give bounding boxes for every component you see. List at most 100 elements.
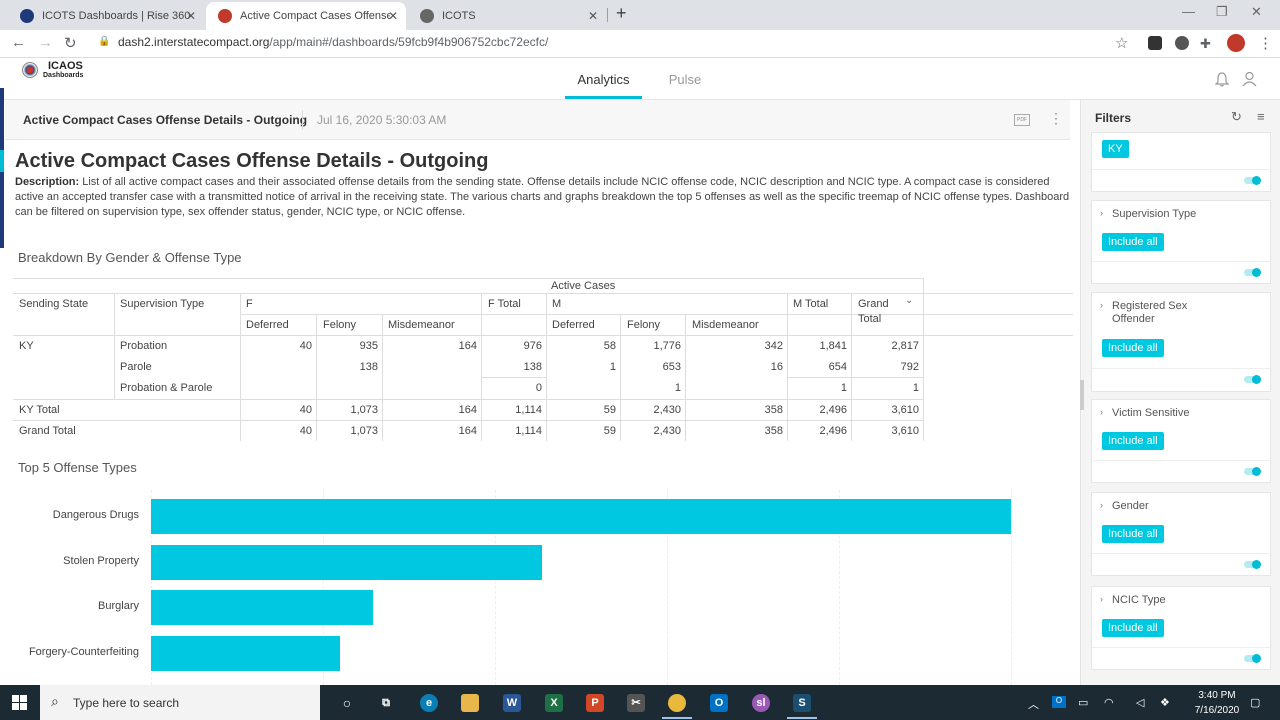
extension-icon[interactable] [1175, 36, 1189, 50]
table-cell: 935 [359, 340, 378, 352]
back-icon[interactable]: ← [11, 34, 26, 51]
tab-rise360[interactable]: ICOTS Dashboards | Rise 360 ✕ [8, 2, 204, 30]
filter-card-supervision-type[interactable]: › Supervision Type Include all [1091, 200, 1271, 284]
filter-card-victim-sensitive[interactable]: › Victim Sensitive Include all [1091, 399, 1271, 483]
user-icon[interactable] [1242, 71, 1257, 87]
header-sending-state[interactable]: Sending State [19, 298, 88, 310]
chevron-right-icon[interactable]: › [1100, 407, 1103, 417]
clock-date[interactable]: 7/16/2020 [1187, 705, 1247, 716]
chevron-right-icon[interactable]: › [1100, 208, 1103, 218]
tab-active-dashboard[interactable]: Active Compact Cases Offense D ✕ [206, 2, 406, 30]
filter-toggle[interactable] [1244, 467, 1261, 476]
hamburger-menu-icon[interactable]: ≡ [1257, 109, 1265, 124]
more-menu-icon[interactable]: ⋮ [1258, 34, 1273, 52]
grid-line [923, 278, 924, 441]
minimize-icon[interactable]: — [1182, 4, 1195, 19]
filter-toggle[interactable] [1244, 375, 1261, 384]
file-explorer-icon[interactable] [461, 694, 479, 712]
header-f-deferred[interactable]: Deferred [246, 319, 289, 331]
start-tile [20, 695, 27, 702]
forward-icon[interactable]: → [38, 34, 53, 51]
restore-icon[interactable]: ❐ [1216, 4, 1228, 20]
header-f-total[interactable]: F Total [488, 298, 521, 310]
tab-pulse[interactable]: Pulse [665, 72, 705, 87]
dashboard-more-icon[interactable]: ⋮ [1049, 110, 1063, 127]
wifi-icon[interactable]: ◠ [1104, 696, 1114, 709]
filter-card-ncic-type[interactable]: › NCIC Type Include all [1091, 586, 1271, 670]
tray-outlook-icon[interactable]: O [1052, 696, 1066, 708]
bookmark-star-icon[interactable]: ☆ [1115, 34, 1128, 52]
filter-toggle[interactable] [1244, 654, 1261, 663]
close-tab-icon[interactable]: ✕ [588, 9, 598, 23]
chevron-right-icon[interactable]: › [1100, 594, 1103, 604]
scrollbar-thumb[interactable] [1080, 380, 1084, 410]
filter-name: NCIC Type [1112, 594, 1166, 606]
url-input[interactable]: dash2.interstatecompact.org/app/main#/da… [118, 35, 548, 49]
taskbar-search-input[interactable]: ⌕ Type here to search [40, 685, 320, 720]
puzzle-icon[interactable]: ✚ [1200, 36, 1211, 52]
edge-icon[interactable]: e [420, 694, 438, 712]
tray-chevron-icon[interactable]: ︿ [1028, 696, 1039, 712]
task-view-icon[interactable]: ⧉ [377, 694, 395, 712]
header-m-felony[interactable]: Felony [627, 319, 660, 331]
bar-category-label: Stolen Property [63, 554, 139, 567]
filter-toggle[interactable] [1244, 268, 1261, 277]
volume-icon[interactable]: ◁ [1136, 696, 1144, 709]
bar[interactable] [151, 590, 373, 625]
filter-chip[interactable]: Include all [1102, 432, 1164, 450]
filter-toggle[interactable] [1244, 560, 1261, 569]
chevron-right-icon[interactable]: › [1100, 500, 1103, 510]
chrome-icon[interactable] [668, 694, 686, 712]
filter-chip[interactable]: Include all [1102, 233, 1164, 251]
new-tab-icon[interactable]: + [616, 3, 627, 24]
bar[interactable] [151, 635, 341, 671]
pdf-export-icon[interactable]: PDF [1014, 114, 1030, 126]
filter-chip[interactable]: KY [1102, 140, 1129, 158]
excel-icon[interactable]: X [545, 694, 563, 712]
chevron-down-icon[interactable]: ⌄ [905, 295, 913, 306]
close-tab-icon[interactable]: ✕ [186, 9, 196, 23]
tab-analytics[interactable]: Analytics [565, 72, 642, 87]
chevron-right-icon[interactable]: › [1100, 300, 1103, 310]
bar[interactable] [151, 499, 1011, 534]
filter-chip[interactable]: Include all [1102, 339, 1164, 357]
filter-card-gender[interactable]: › Gender Include all [1091, 492, 1271, 576]
header-grand-total[interactable]: Grand [858, 298, 889, 310]
bell-icon[interactable] [1215, 72, 1229, 87]
header-f-felony[interactable]: Felony [323, 319, 356, 331]
filter-toggle[interactable] [1244, 176, 1261, 185]
close-tab-icon[interactable]: ✕ [388, 9, 398, 23]
header-f-misdemeanor[interactable]: Misdemeanor [388, 319, 455, 331]
app-icon[interactable]: sl [752, 694, 770, 712]
filter-card-state[interactable]: KY [1091, 132, 1271, 192]
outlook-icon[interactable]: O [710, 694, 728, 712]
tab-icots[interactable]: ICOTS ✕ [408, 2, 606, 30]
table-cell: 1,073 [350, 425, 378, 437]
dropbox-icon[interactable]: ❖ [1160, 696, 1170, 709]
header-m-deferred[interactable]: Deferred [552, 319, 595, 331]
header-m[interactable]: M [552, 298, 561, 310]
powerpoint-icon[interactable]: P [586, 694, 604, 712]
header-supervision-type[interactable]: Supervision Type [120, 298, 204, 310]
header-m-misdemeanor[interactable]: Misdemeanor [692, 319, 759, 331]
close-window-icon[interactable]: ✕ [1251, 4, 1262, 20]
avatar[interactable] [1227, 34, 1245, 52]
windows-start-icon[interactable] [12, 695, 27, 710]
word-icon[interactable]: W [503, 694, 521, 712]
clock-time[interactable]: 3:40 PM [1192, 690, 1242, 701]
filter-chip[interactable]: Include all [1102, 619, 1164, 637]
notifications-icon[interactable]: ▢ [1250, 696, 1260, 709]
header-m-total[interactable]: M Total [793, 298, 828, 310]
cortana-icon[interactable]: ○ [338, 694, 356, 712]
extension-icon[interactable] [1148, 36, 1162, 50]
bar[interactable] [151, 544, 543, 580]
page-title: Active Compact Cases Offense Details - O… [15, 150, 489, 172]
filter-chip[interactable]: Include all [1102, 525, 1164, 543]
battery-icon[interactable]: ▭ [1078, 696, 1088, 709]
header-f[interactable]: F [246, 298, 253, 310]
reload-icon[interactable]: ↻ [64, 34, 77, 52]
snipping-tool-icon[interactable]: ✂ [627, 694, 645, 712]
app-icon[interactable]: S [793, 694, 811, 712]
refresh-icon[interactable]: ↻ [1231, 109, 1242, 125]
filter-card-registered-sex-offender[interactable]: › Registered Sex Offender Include all [1091, 292, 1271, 392]
